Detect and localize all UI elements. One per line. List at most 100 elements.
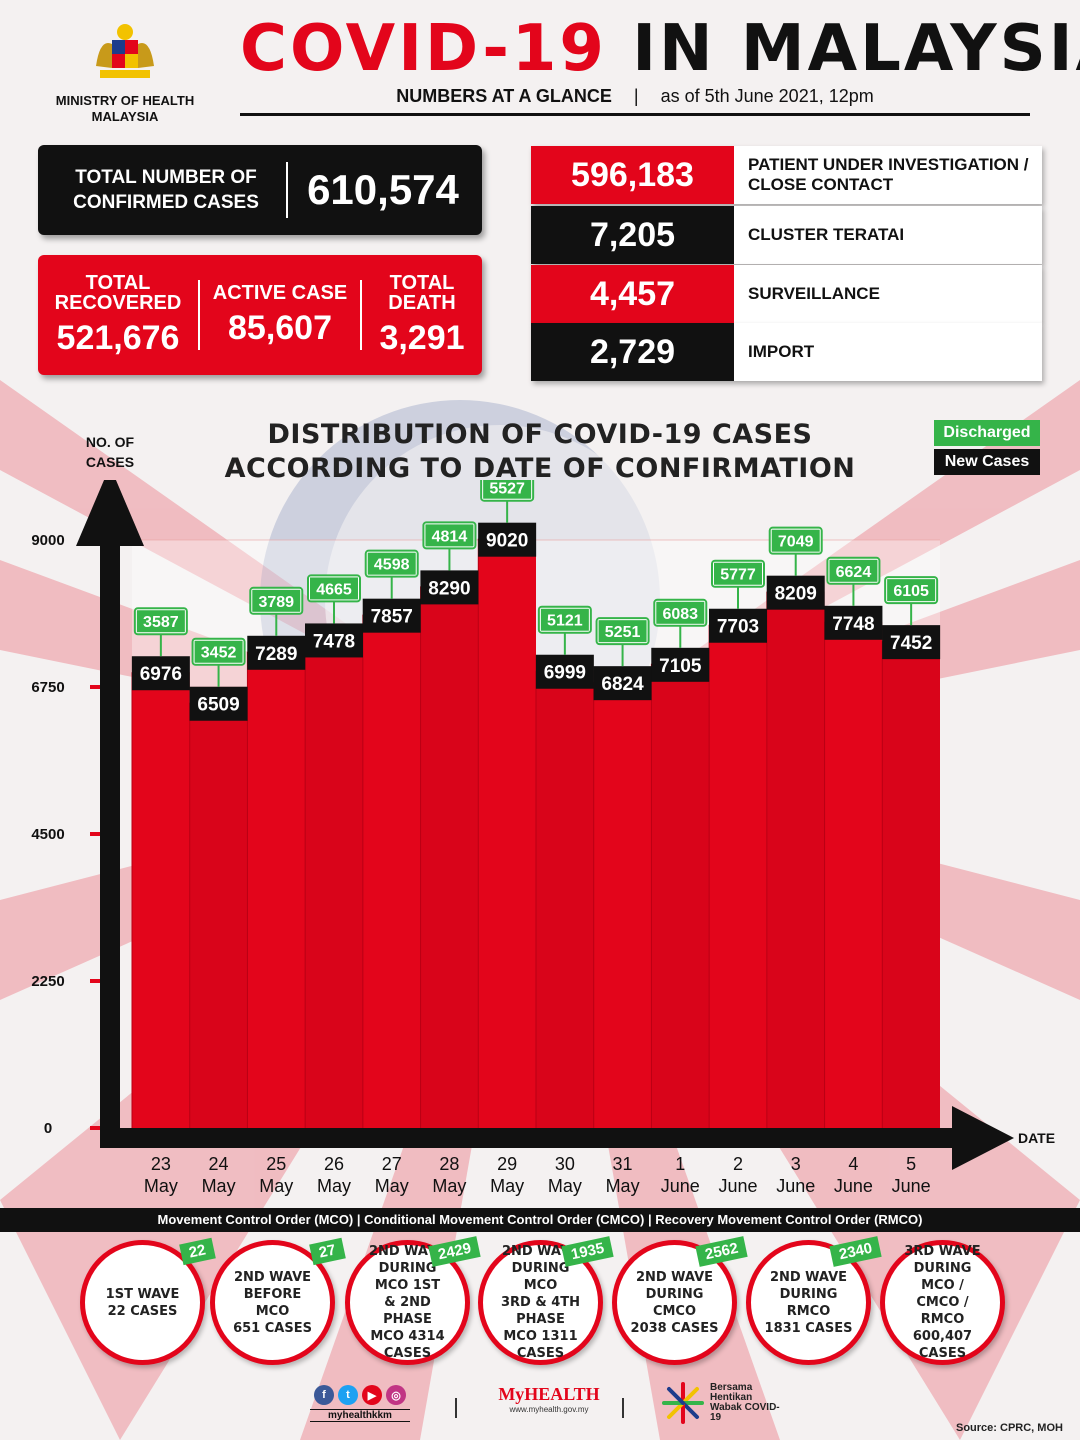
x-tick-label: 27 May	[375, 1154, 409, 1196]
discharged-label: 6083	[662, 606, 698, 623]
social-links: f t ▶ ◎ myhealthkkm	[310, 1385, 410, 1422]
source-value: 596,183	[531, 146, 734, 204]
source-label: SURVEILLANCE	[734, 265, 1042, 323]
bar-new-cases	[247, 651, 306, 1128]
discharged-label: 6105	[893, 583, 929, 600]
myhealth-logo: MyHEALTH www.myhealth.gov.my	[494, 1384, 604, 1414]
stat-value: 3,291	[379, 318, 465, 357]
wave-text: 3RD WAVE DURING MCO / CMCO / RMCO 600,40…	[904, 1244, 981, 1361]
confirmed-value: 610,574	[307, 166, 459, 213]
new-cases-label: 7105	[659, 656, 702, 677]
discharged-label: 4814	[432, 528, 468, 545]
bar-new-cases	[478, 538, 536, 1128]
source-row-cluster: 7,205 CLUSTER TERATAI	[531, 206, 1042, 264]
bersama-logo: Bersama Hentikan Wabak COVID-19	[660, 1380, 780, 1426]
bar-new-cases	[593, 682, 652, 1128]
facebook-icon[interactable]: f	[314, 1385, 334, 1405]
discharged-label: 5527	[489, 481, 525, 498]
bar-new-cases	[536, 670, 594, 1128]
x-tick-label: 4 June	[834, 1154, 873, 1196]
x-tick-label: 29 May	[490, 1154, 524, 1196]
x-tick-label: 23 May	[144, 1154, 178, 1196]
title-covid: COVID-19	[240, 12, 607, 86]
wave-circle: 1ST WAVE 22 CASES 22	[80, 1237, 216, 1365]
stat-value: 521,676	[56, 318, 180, 357]
social-handle: myhealthkkm	[310, 1409, 410, 1422]
source-value: 4,457	[531, 265, 734, 323]
discharged-label: 3587	[143, 614, 179, 631]
malaysia-crest-icon	[96, 24, 154, 78]
wave-circle: 3RD WAVE DURING MCO / CMCO / RMCO 600,40…	[880, 1240, 1005, 1365]
new-cases-label: 9020	[486, 531, 528, 552]
myhealth-name: MyHEALTH	[498, 1384, 600, 1404]
stat-label: ACTIVE CASE	[212, 281, 348, 304]
x-tick-label: 1 June	[661, 1154, 700, 1196]
discharged-label: 7049	[778, 534, 814, 551]
footer-divider	[455, 1398, 457, 1418]
source-label: PATIENT UNDER INVESTIGATION / CLOSE CONT…	[734, 146, 1042, 204]
wave-circle: 2ND WAVE BEFORE MCO 651 CASES 27	[210, 1237, 346, 1365]
twitter-icon[interactable]: t	[338, 1385, 358, 1405]
discharged-label: 3452	[201, 645, 237, 662]
x-tick-label: 30 May	[548, 1154, 582, 1196]
wave-circle: 2ND WAVE DURING CMCO 2038 CASES 2562	[612, 1236, 748, 1365]
bar-new-cases	[766, 591, 825, 1128]
bar-new-cases	[709, 624, 767, 1128]
confirmed-label: TOTAL NUMBER OF CONFIRMED CASES	[73, 167, 259, 213]
y-tick-label: 2250	[31, 973, 64, 990]
y-tick-label: 9000	[31, 532, 64, 549]
title-malaysia: IN MALAYSIA	[632, 12, 1080, 86]
stat-active: ACTIVE CASE 85,607	[200, 255, 360, 375]
stat-label: TOTAL RECOVERED	[54, 271, 182, 314]
youtube-icon[interactable]: ▶	[362, 1385, 382, 1405]
stat-death: TOTAL DEATH 3,291	[362, 255, 482, 375]
new-cases-label: 7748	[832, 614, 874, 635]
x-tick-label: 2 June	[718, 1154, 757, 1196]
bar-new-cases	[651, 663, 710, 1128]
bar-new-cases	[305, 639, 363, 1128]
new-cases-label: 7452	[890, 633, 932, 654]
footer-divider	[622, 1398, 624, 1418]
bar-chart: 0 2250 4500 6750 9000 6976 3587 6509 3452 7289 378…	[31, 480, 1014, 1196]
x-tick-label: 25 May	[259, 1154, 293, 1196]
discharged-label: 4598	[374, 557, 410, 574]
wave-circle: 2ND WAVE DURING RMCO 1831 CASES 2340	[746, 1236, 882, 1365]
new-cases-label: 6976	[140, 664, 182, 685]
source-value: 7,205	[531, 206, 734, 264]
ministry-name: MINISTRY OF HEALTH MALAYSIA	[55, 93, 195, 124]
ministry-logo-block: MINISTRY OF HEALTH MALAYSIA	[40, 18, 210, 125]
source-value: 2,729	[531, 323, 734, 381]
discharged-label: 4665	[316, 581, 352, 598]
source-label: IMPORT	[734, 323, 1042, 381]
new-cases-label: 7289	[255, 644, 297, 665]
instagram-icon[interactable]: ◎	[386, 1385, 406, 1405]
new-cases-label: 8209	[775, 584, 817, 605]
new-cases-label: 7857	[371, 607, 413, 628]
x-tick-label: 5 June	[892, 1154, 931, 1196]
new-cases-label: 6824	[601, 674, 644, 695]
new-cases-label: 7478	[313, 631, 355, 652]
bar-new-cases	[132, 672, 190, 1128]
new-cases-label: 7703	[717, 617, 759, 638]
discharged-label: 5121	[547, 613, 583, 630]
stat-label: TOTAL DEATH	[388, 271, 456, 314]
outcome-stats-card: TOTAL RECOVERED 521,676 ACTIVE CASE 85,6…	[38, 255, 482, 375]
bar-new-cases	[189, 702, 248, 1128]
wave-text: 2ND WAVE DURING CMCO 2038 CASES	[630, 1269, 719, 1336]
y-tick-label: 6750	[31, 679, 64, 696]
myhealth-url: www.myhealth.gov.my	[509, 1405, 589, 1414]
new-cases-label: 6999	[544, 663, 586, 684]
subtitle-row: NUMBERS AT A GLANCE | as of 5th June 2021,…	[240, 86, 1030, 116]
y-axis	[100, 540, 120, 1140]
y-axis-title: NO. OF CASES	[85, 434, 135, 470]
discharged-label: 5777	[720, 567, 756, 584]
y-tick-label: 4500	[31, 826, 64, 843]
bar-new-cases	[882, 641, 940, 1128]
subtitle: NUMBERS AT A GLANCE	[396, 86, 612, 106]
new-cases-label: 8290	[428, 578, 470, 599]
wave-circle: 2ND WAVE DURING MCO 3RD & 4TH PHASE MCO …	[478, 1236, 614, 1365]
source-row-import: 2,729 IMPORT	[531, 323, 1042, 381]
source-row-pui: 596,183 PATIENT UNDER INVESTIGATION / CL…	[531, 146, 1042, 204]
x-axis-arrow	[952, 1106, 1014, 1170]
legend-discharged: Discharged	[934, 420, 1040, 446]
